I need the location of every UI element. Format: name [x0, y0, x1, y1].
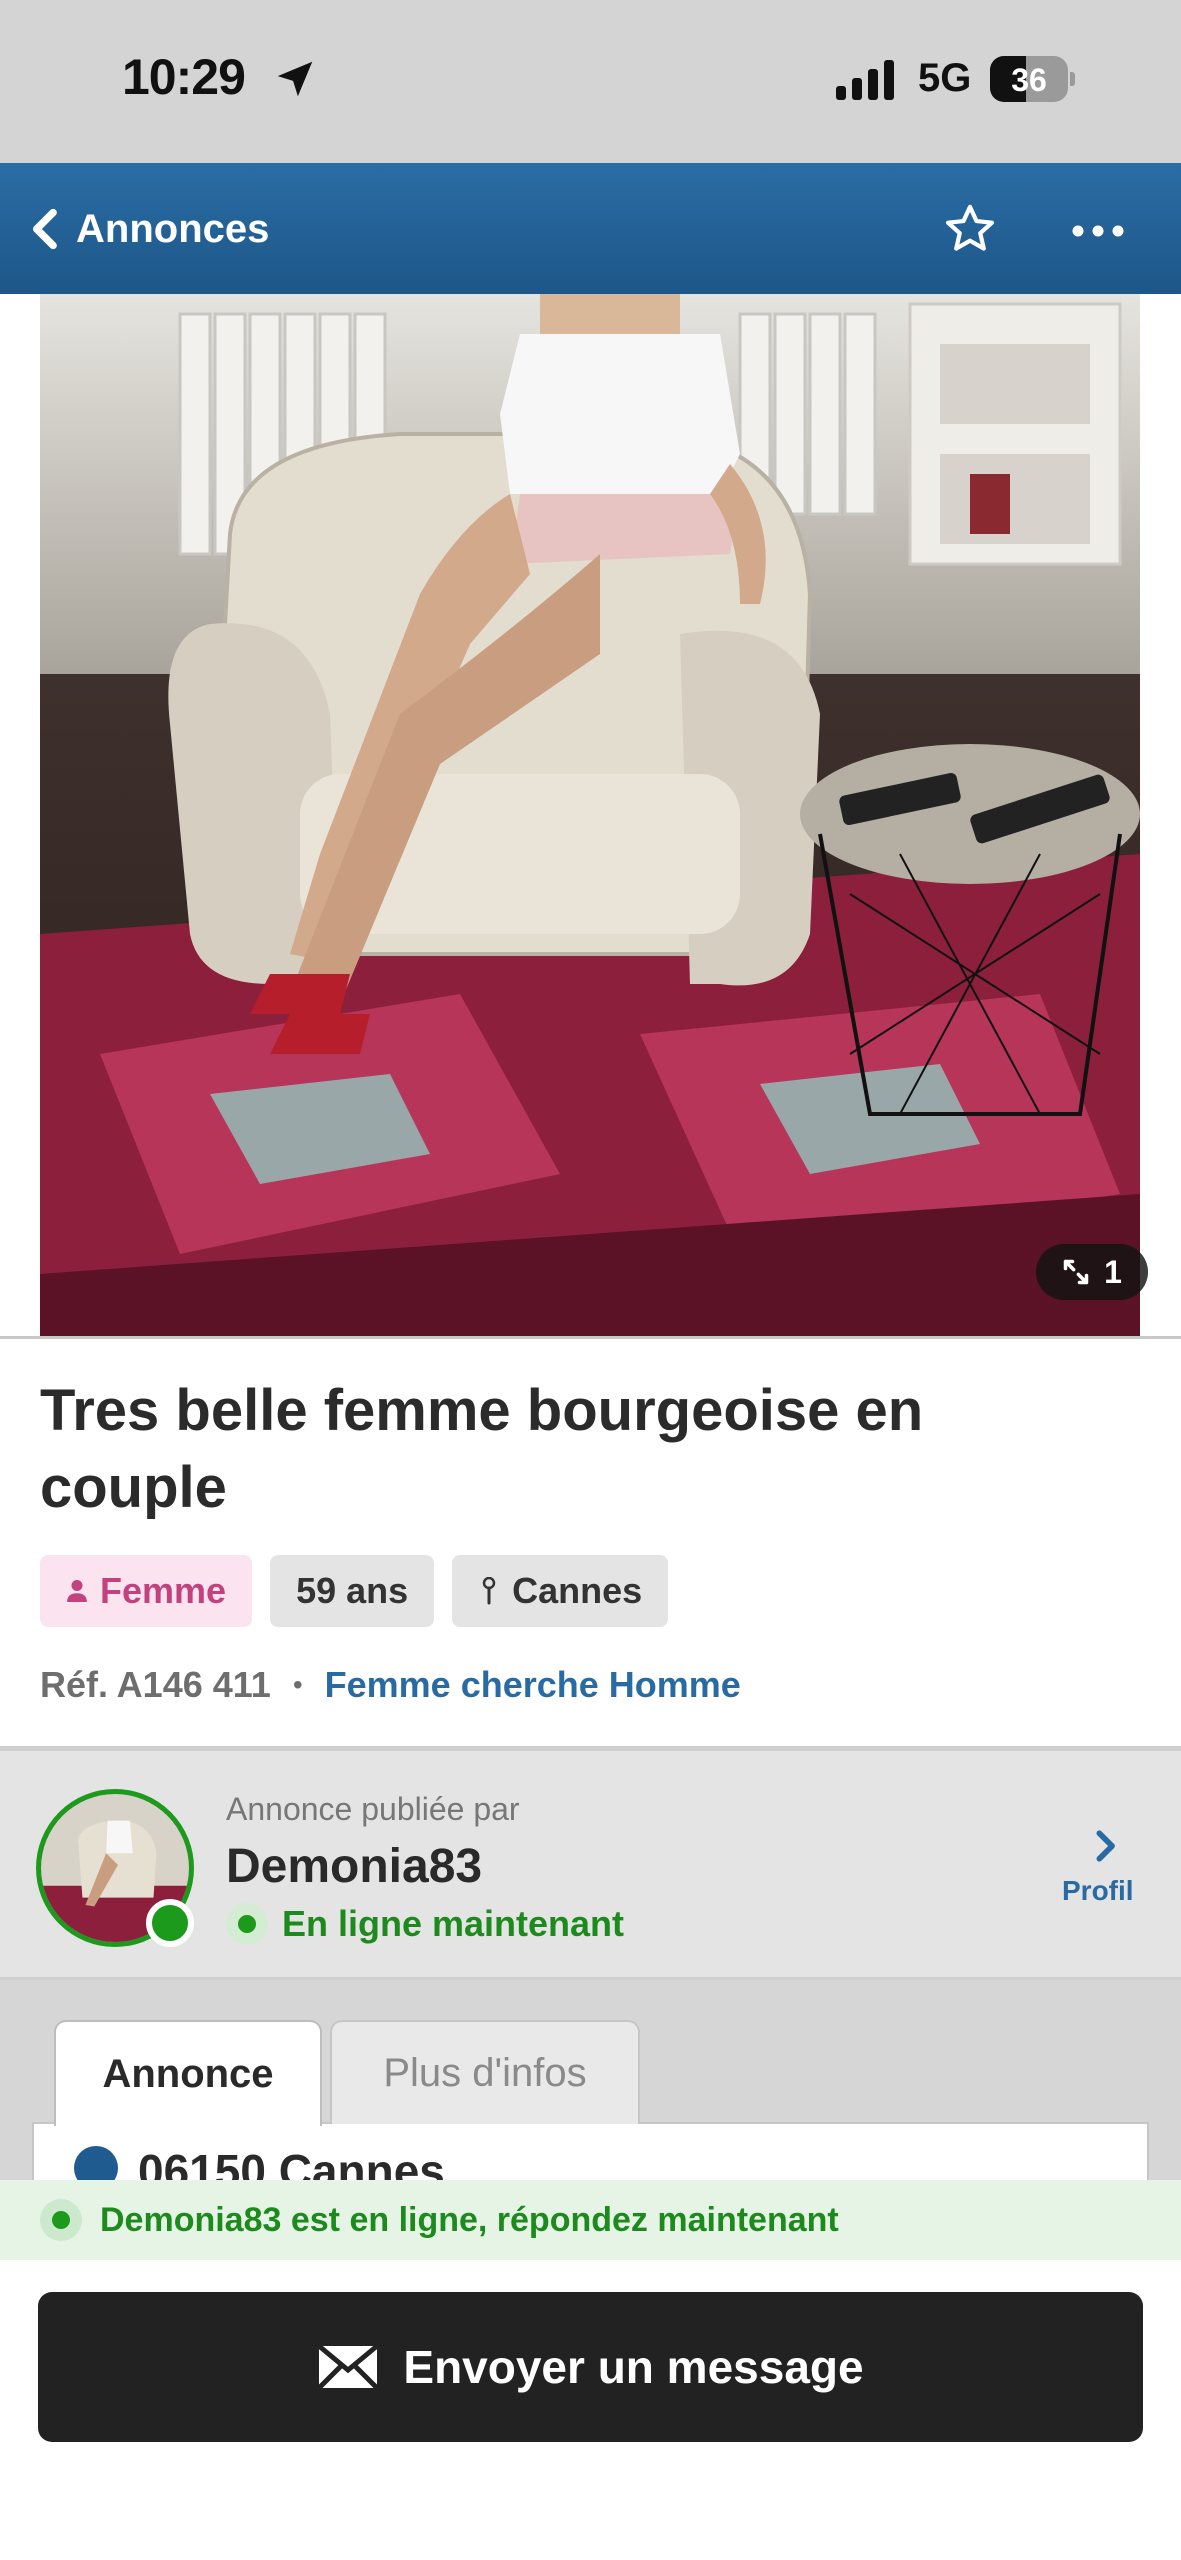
seeking-link[interactable]: Femme cherche Homme [325, 1664, 741, 1706]
publisher-name[interactable]: Demonia83 [226, 1839, 482, 1894]
location-arrow-icon [277, 61, 313, 97]
online-banner: Demonia83 est en ligne, répondez mainten… [0, 2180, 1181, 2260]
online-indicator [146, 1899, 194, 1947]
back-label: Annonces [76, 206, 270, 251]
bottom-bar: Envoyer un message [0, 2260, 1181, 2560]
gender-chip: Femme [40, 1555, 253, 1627]
listing-photo[interactable] [40, 294, 1140, 1336]
online-dot-icon [40, 2199, 82, 2241]
signal-icon [836, 60, 894, 100]
photo-image [40, 294, 1140, 1336]
nav-bar: Annonces [0, 163, 1181, 294]
online-banner-text: Demonia83 est en ligne, répondez mainten… [100, 2200, 839, 2239]
network-type: 5G [918, 56, 972, 100]
reference-number: Réf. A146 411 [40, 1664, 271, 1705]
publisher-status-text: En ligne maintenant [282, 1903, 625, 1944]
tab-annonce[interactable]: Annonce [54, 2020, 322, 2126]
more-icon[interactable] [1070, 211, 1126, 251]
pin-icon [482, 1577, 496, 1605]
envelope-icon [317, 2344, 380, 2390]
separator-dot: • [292, 1669, 303, 1700]
battery-level: 36 [1011, 62, 1047, 98]
tab-plus-infos[interactable]: Plus d'infos [330, 2020, 640, 2124]
battery-icon: 36 [990, 56, 1076, 102]
reference-line: Réf. A146 411 • Femme cherche Homme [40, 1660, 741, 1710]
age-label: 59 ans [296, 1570, 409, 1611]
listing-title: Tres belle femme bourgeoise en couple [40, 1378, 924, 1520]
age-chip: 59 ans [270, 1555, 435, 1627]
back-button[interactable]: Annonces [28, 201, 269, 257]
tabs-area: 06150 Cannes Annonce Plus d'infos [0, 1980, 1181, 2202]
star-icon[interactable] [942, 201, 998, 257]
status-bar: 10:29 5G 36 [0, 0, 1181, 163]
gender-label: Femme [100, 1570, 227, 1611]
photo-count: 1 [1104, 1253, 1122, 1290]
city-chip: Cannes [452, 1555, 669, 1627]
chevron-right-icon [1096, 1830, 1115, 1862]
profile-label: Profil [1062, 1875, 1134, 1906]
listing-chips: Femme 59 ans Cannes [40, 1555, 669, 1627]
online-dot-icon [226, 1903, 268, 1945]
photo-count-badge[interactable]: 1 [1036, 1244, 1148, 1300]
publisher-card[interactable]: Annonce publiée par Demonia83 En ligne m… [0, 1746, 1181, 1980]
expand-icon [1063, 1259, 1089, 1285]
publisher-label: Annonce publiée par [226, 1791, 520, 1827]
send-message-label: Envoyer un message [403, 2341, 864, 2393]
send-message-button[interactable]: Envoyer un message [38, 2292, 1143, 2442]
status-time: 10:29 [122, 49, 246, 105]
city-label: Cannes [512, 1570, 643, 1611]
divider [0, 1336, 1181, 1339]
page: 10:29 5G 36 Annonces 1 Tres belle femme … [0, 0, 1181, 2560]
publisher-status: En ligne maintenant [226, 1903, 624, 1945]
profile-button[interactable]: Profil [1052, 1829, 1172, 1919]
chevron-left-icon [33, 208, 57, 250]
person-icon [67, 1580, 87, 1602]
